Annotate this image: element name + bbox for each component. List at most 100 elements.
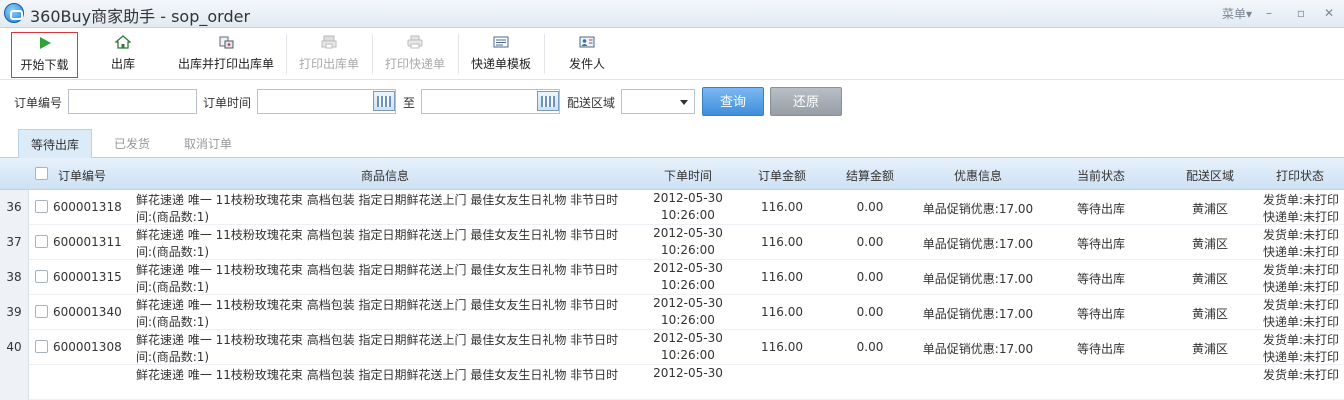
col-product-info[interactable]: 商品信息 <box>330 167 440 184</box>
date-range-to-label: 至 <box>403 96 416 110</box>
close-icon[interactable]: ✕ <box>1318 4 1340 22</box>
house-icon <box>115 35 131 49</box>
print-delivery-note-label: 打印出库单 <box>298 57 359 71</box>
print-express-button[interactable]: 打印快递单 <box>378 32 452 78</box>
row-number: 39 <box>0 295 29 330</box>
window-title: 360Buy商家助手 - sop_order <box>30 7 251 26</box>
print-status-line2: 快递单:未打印 <box>1263 210 1340 224</box>
print-status-line1: 发货单:未打印 <box>1263 368 1340 382</box>
product-info-line2: 间:(商品数:1) <box>136 245 210 259</box>
settle-amount-cell: 0.00 <box>856 270 884 284</box>
row-checkbox[interactable] <box>35 305 48 318</box>
status-cell: 等待出库 <box>1076 307 1125 321</box>
row-number: 36 <box>0 190 29 225</box>
query-button[interactable]: 查询 <box>702 87 764 116</box>
product-info-line2: 间:(商品数:1) <box>136 350 210 364</box>
col-print-status[interactable]: 打印状态 <box>1260 167 1340 184</box>
table-row[interactable]: 鲜花速递 唯一 11枝粉玫瑰花束 高档包装 指定日期鲜花送上门 最佳女友生日礼物… <box>0 365 1344 400</box>
region-cell: 黄浦区 <box>1191 202 1228 216</box>
tab-cancelled[interactable]: 取消订单 <box>172 129 244 159</box>
col-region[interactable]: 配送区域 <box>1170 167 1250 184</box>
main-menu-button[interactable]: 菜单▾ <box>1222 5 1252 22</box>
print-status-line1: 发货单:未打印 <box>1263 193 1340 207</box>
start-download-button[interactable]: 开始下载 <box>11 32 78 78</box>
row-number <box>0 365 29 400</box>
calendar-end-icon[interactable] <box>537 91 559 111</box>
filter-bar: 订单编号 订单时间 至 配送区域 查询 还原 <box>0 80 1344 124</box>
status-cell: 等待出库 <box>1076 342 1125 356</box>
region-label: 配送区域 <box>567 96 616 110</box>
toolbar-divider <box>286 34 287 74</box>
restore-icon[interactable]: ▫ <box>1290 4 1312 22</box>
order-tabs: 等待出库 已发货 取消订单 <box>0 124 1344 159</box>
sender-button[interactable]: 发件人 <box>552 32 622 78</box>
play-icon <box>39 37 51 49</box>
promo-cell: 单品促销优惠:17.00 <box>922 307 1034 321</box>
table-row[interactable]: 36 600001318 鲜花速递 唯一 11枝粉玫瑰花束 高档包装 指定日期鲜花送… <box>0 190 1344 225</box>
print-status-line2: 快递单:未打印 <box>1263 245 1340 259</box>
promo-cell: 单品促销优惠:17.00 <box>922 342 1034 356</box>
toolbar-divider <box>544 34 545 74</box>
printer-icon <box>407 35 423 49</box>
order-amount-cell: 116.00 <box>761 270 803 284</box>
col-settle-amount[interactable]: 结算金额 <box>830 167 910 184</box>
select-all-checkbox[interactable] <box>35 167 48 180</box>
sender-label: 发件人 <box>568 57 605 71</box>
row-number: 40 <box>0 330 29 365</box>
order-date-cell: 2012-05-30 <box>653 261 723 275</box>
order-amount-cell: 116.00 <box>761 340 803 354</box>
order-amount-cell: 116.00 <box>761 200 803 214</box>
print-express-label: 打印快递单 <box>384 57 445 71</box>
tab-pending-shipment[interactable]: 等待出库 <box>18 129 92 159</box>
sender-card-icon <box>579 36 595 48</box>
chevron-down-icon <box>680 100 688 105</box>
print-delivery-note-button[interactable]: 打印出库单 <box>292 32 366 78</box>
promo-cell: 单品促销优惠:17.00 <box>922 237 1034 251</box>
col-promo[interactable]: 优惠信息 <box>938 167 1018 184</box>
col-order-no[interactable]: 订单编号 <box>58 167 106 184</box>
row-checkbox[interactable] <box>35 270 48 283</box>
print-status-line1: 发货单:未打印 <box>1263 298 1340 312</box>
print-bag-icon <box>219 36 234 49</box>
calendar-start-icon[interactable] <box>373 91 395 111</box>
status-cell: 等待出库 <box>1076 237 1125 251</box>
col-status[interactable]: 当前状态 <box>1061 167 1141 184</box>
col-order-time[interactable]: 下单时间 <box>648 167 728 184</box>
ship-and-print-button[interactable]: 出库并打印出库单 <box>170 32 282 78</box>
row-number: 37 <box>0 225 29 260</box>
print-status-line1: 发货单:未打印 <box>1263 333 1340 347</box>
row-number: 38 <box>0 260 29 295</box>
order-no-cell: 600001311 <box>53 235 122 249</box>
order-grid: 订单编号 商品信息 下单时间 订单金额 结算金额 优惠信息 当前状态 配送区域 … <box>0 158 1344 400</box>
product-info-line1: 鲜花速递 唯一 11枝粉玫瑰花束 高档包装 指定日期鲜花送上门 最佳女友生日礼物… <box>136 298 619 312</box>
order-date-cell: 2012-05-30 <box>653 296 723 310</box>
title-bar: 360Buy商家助手 - sop_order 菜单▾ – ▫ ✕ <box>0 0 1344 28</box>
print-status-line2: 快递单:未打印 <box>1263 350 1340 364</box>
product-info-line2: 间:(商品数:1) <box>136 210 210 224</box>
minimize-icon[interactable]: – <box>1258 4 1280 22</box>
row-checkbox[interactable] <box>35 200 48 213</box>
row-checkbox[interactable] <box>35 340 48 353</box>
promo-cell: 单品促销优惠:17.00 <box>922 272 1034 286</box>
reset-button[interactable]: 还原 <box>770 87 842 116</box>
print-status-line2: 快递单:未打印 <box>1263 280 1340 294</box>
table-row[interactable]: 38 600001315 鲜花速递 唯一 11枝粉玫瑰花束 高档包装 指定日期鲜花送… <box>0 260 1344 295</box>
ship-out-button[interactable]: 出库 <box>92 32 154 78</box>
region-select[interactable] <box>621 89 695 114</box>
order-time-cell: 10:26:00 <box>661 243 715 257</box>
product-info-line2: 间:(商品数:1) <box>136 315 210 329</box>
tab-shipped[interactable]: 已发货 <box>100 129 164 159</box>
table-row[interactable]: 39 600001340 鲜花速递 唯一 11枝粉玫瑰花束 高档包装 指定日期鲜花送… <box>0 295 1344 330</box>
express-template-button[interactable]: 快递单模板 <box>464 32 538 78</box>
order-no-input[interactable] <box>68 89 197 114</box>
col-order-amount[interactable]: 订单金额 <box>742 167 822 184</box>
order-amount-cell: 116.00 <box>761 305 803 319</box>
print-icon <box>321 35 337 49</box>
order-time-cell: 10:26:00 <box>661 278 715 292</box>
table-row[interactable]: 37 600001311 鲜花速递 唯一 11枝粉玫瑰花束 高档包装 指定日期鲜花送… <box>0 225 1344 260</box>
promo-cell: 单品促销优惠:17.00 <box>922 202 1034 216</box>
order-no-cell: 600001340 <box>53 305 122 319</box>
row-checkbox[interactable] <box>35 235 48 248</box>
grid-header: 订单编号 商品信息 下单时间 订单金额 结算金额 优惠信息 当前状态 配送区域 … <box>0 158 1344 190</box>
table-row[interactable]: 40 600001308 鲜花速递 唯一 11枝粉玫瑰花束 高档包装 指定日期鲜花送… <box>0 330 1344 365</box>
